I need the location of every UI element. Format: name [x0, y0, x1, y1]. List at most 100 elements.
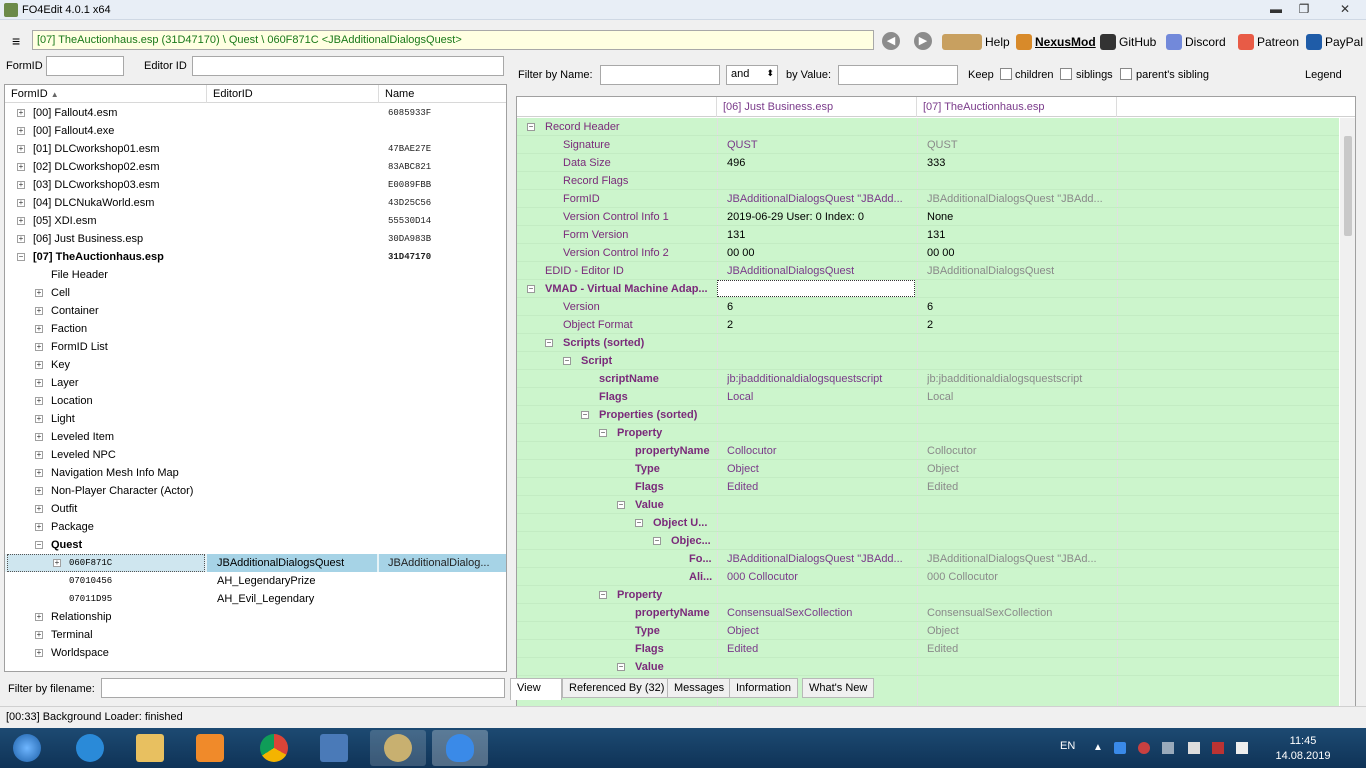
expand-icon[interactable]: +	[17, 145, 25, 153]
tree-group-row[interactable]: + Relationship	[5, 608, 506, 626]
tray-expand-icon[interactable]: ▲	[1092, 742, 1104, 754]
value-auctionhaus[interactable]: Object	[927, 622, 1127, 640]
value-just-business[interactable]: Local	[727, 388, 917, 406]
value-auctionhaus[interactable]: 131	[927, 226, 1127, 244]
expand-icon[interactable]: +	[35, 613, 43, 621]
collapse-icon[interactable]: −	[617, 501, 625, 509]
filter-value-input[interactable]	[838, 65, 958, 85]
discord-link[interactable]: Discord	[1166, 34, 1226, 50]
taskbar-ie[interactable]	[62, 730, 118, 766]
header-editorid[interactable]: EditorID	[207, 85, 379, 103]
nexusmod-link[interactable]: NexusMod	[1016, 34, 1096, 50]
taskbar-clock[interactable]: 11:45 14.08.2019	[1268, 734, 1338, 764]
tray-flag-icon[interactable]	[1188, 742, 1200, 754]
value-auctionhaus[interactable]: 6	[927, 298, 1127, 316]
value-just-business[interactable]: Edited	[727, 478, 917, 496]
taskbar-fo4edit[interactable]	[370, 730, 426, 766]
header-name[interactable]: Name	[379, 85, 506, 103]
tray-mute-icon[interactable]	[1138, 742, 1150, 754]
grid-row[interactable]: Type Object Object	[517, 460, 1339, 478]
grid-row[interactable]: − Objec...	[517, 532, 1339, 550]
tab-view[interactable]: View	[510, 678, 562, 700]
record-tree[interactable]: FormID ▲ EditorID Name + [00] Fallout4.es…	[4, 84, 507, 672]
expand-icon[interactable]: +	[35, 289, 43, 297]
expand-icon[interactable]: +	[35, 487, 43, 495]
grid-row[interactable]: Ali... 000 Collocutor 000 Collocutor	[517, 568, 1339, 586]
tree-group-row[interactable]: + Outfit	[5, 500, 506, 518]
legend-button[interactable]: Legend	[1305, 69, 1342, 81]
collapse-icon[interactable]: −	[599, 429, 607, 437]
expand-icon[interactable]: +	[35, 325, 43, 333]
grid-row[interactable]: Object Format 2 2	[517, 316, 1339, 334]
value-auctionhaus[interactable]: 00 00	[927, 244, 1127, 262]
value-auctionhaus[interactable]: 000 Collocutor	[927, 568, 1127, 586]
grid-row[interactable]: Flags Local Local	[517, 388, 1339, 406]
filter-operator-select[interactable]: and ⬍	[726, 65, 778, 85]
maximize-button[interactable]: ❐	[1290, 0, 1318, 18]
tree-group-row[interactable]: + Key	[5, 356, 506, 374]
tree-file-row[interactable]: + [06] Just Business.esp 30DA983B	[5, 230, 506, 248]
tray-app-icon[interactable]	[1114, 742, 1126, 754]
grid-row[interactable]: Flags Edited Edited	[517, 478, 1339, 496]
value-just-business[interactable]: QUST	[727, 136, 917, 154]
value-auctionhaus[interactable]: Collocutor	[927, 442, 1127, 460]
collapse-icon[interactable]: −	[527, 285, 535, 293]
patreon-link[interactable]: Patreon	[1238, 34, 1299, 50]
taskbar-media-player[interactable]	[182, 730, 238, 766]
tree-group-row[interactable]: + Location	[5, 392, 506, 410]
expand-icon[interactable]: +	[35, 451, 43, 459]
grid-header-just-business[interactable]: [06] Just Business.esp	[717, 97, 917, 117]
expand-icon[interactable]: +	[17, 127, 25, 135]
tree-group-row[interactable]: + Leveled Item	[5, 428, 506, 446]
taskbar-explorer[interactable]	[122, 730, 178, 766]
grid-row[interactable]: − Scripts (sorted)	[517, 334, 1339, 352]
grid-header-auctionhaus[interactable]: [07] TheAuctionhaus.esp	[917, 97, 1117, 117]
expand-icon[interactable]: +	[35, 415, 43, 423]
tree-group-row[interactable]: + Navigation Mesh Info Map	[5, 464, 506, 482]
keep-children-checkbox[interactable]	[1000, 68, 1012, 80]
value-auctionhaus[interactable]: None	[927, 208, 1127, 226]
expand-icon[interactable]: +	[53, 559, 61, 567]
forward-button[interactable]: ▶	[914, 32, 932, 50]
record-compare-grid[interactable]: [06] Just Business.esp [07] TheAuctionha…	[516, 96, 1356, 730]
tray-network-icon[interactable]	[1236, 742, 1248, 754]
back-button[interactable]: ◀	[882, 32, 900, 50]
value-auctionhaus[interactable]: Edited	[927, 478, 1127, 496]
value-just-business[interactable]: Collocutor	[727, 442, 917, 460]
expand-icon[interactable]: +	[17, 163, 25, 171]
grid-row[interactable]: Flags Edited Edited	[517, 640, 1339, 658]
tree-group-row[interactable]: + Terminal	[5, 626, 506, 644]
tree-group-row[interactable]: − Quest	[5, 536, 506, 554]
grid-row[interactable]: Version Control Info 1 2019-06-29 User: 0…	[517, 208, 1339, 226]
tree-group-row[interactable]: + Container	[5, 302, 506, 320]
start-button[interactable]	[2, 730, 52, 766]
grid-row[interactable]: Version 6 6	[517, 298, 1339, 316]
grid-row[interactable]: EDID - Editor ID JBAdditionalDialogsQuest…	[517, 262, 1339, 280]
tray-cloud-icon[interactable]	[1162, 742, 1174, 754]
tab-referenced-by[interactable]: Referenced By (32)	[562, 678, 672, 698]
grid-row[interactable]: − VMAD - Virtual Machine Adap...	[517, 280, 1339, 298]
grid-row[interactable]: Data Size 496 333	[517, 154, 1339, 172]
value-auctionhaus[interactable]: Local	[927, 388, 1127, 406]
value-auctionhaus[interactable]: 333	[927, 154, 1127, 172]
grid-row[interactable]: − Script	[517, 352, 1339, 370]
tree-record-row[interactable]: 07010456 AH_LegendaryPrize	[5, 572, 506, 590]
tree-group-row[interactable]: + Faction	[5, 320, 506, 338]
grid-vertical-scrollbar[interactable]	[1340, 118, 1355, 729]
expand-icon[interactable]: +	[35, 523, 43, 531]
grid-row[interactable]: scriptName jb:jbadditionaldialogsquestscr…	[517, 370, 1339, 388]
value-auctionhaus[interactable]: JBAdditionalDialogsQuest "JBAdd...	[927, 190, 1127, 208]
grid-row[interactable]: − Property	[517, 424, 1339, 442]
grid-row[interactable]: − Value	[517, 496, 1339, 514]
tray-usb-icon[interactable]	[1212, 742, 1224, 754]
close-button[interactable]: ✕	[1326, 0, 1364, 18]
grid-row[interactable]: − Object U...	[517, 514, 1339, 532]
filename-filter-input[interactable]	[101, 678, 505, 698]
grid-row[interactable]: FormID JBAdditionalDialogsQuest "JBAdd...…	[517, 190, 1339, 208]
keep-parents-sibling-checkbox[interactable]	[1120, 68, 1132, 80]
expand-icon[interactable]: +	[17, 109, 25, 117]
value-just-business[interactable]: Object	[727, 622, 917, 640]
grid-row[interactable]: − Property	[517, 586, 1339, 604]
expand-icon[interactable]: +	[17, 181, 25, 189]
grid-row[interactable]: Record Flags	[517, 172, 1339, 190]
